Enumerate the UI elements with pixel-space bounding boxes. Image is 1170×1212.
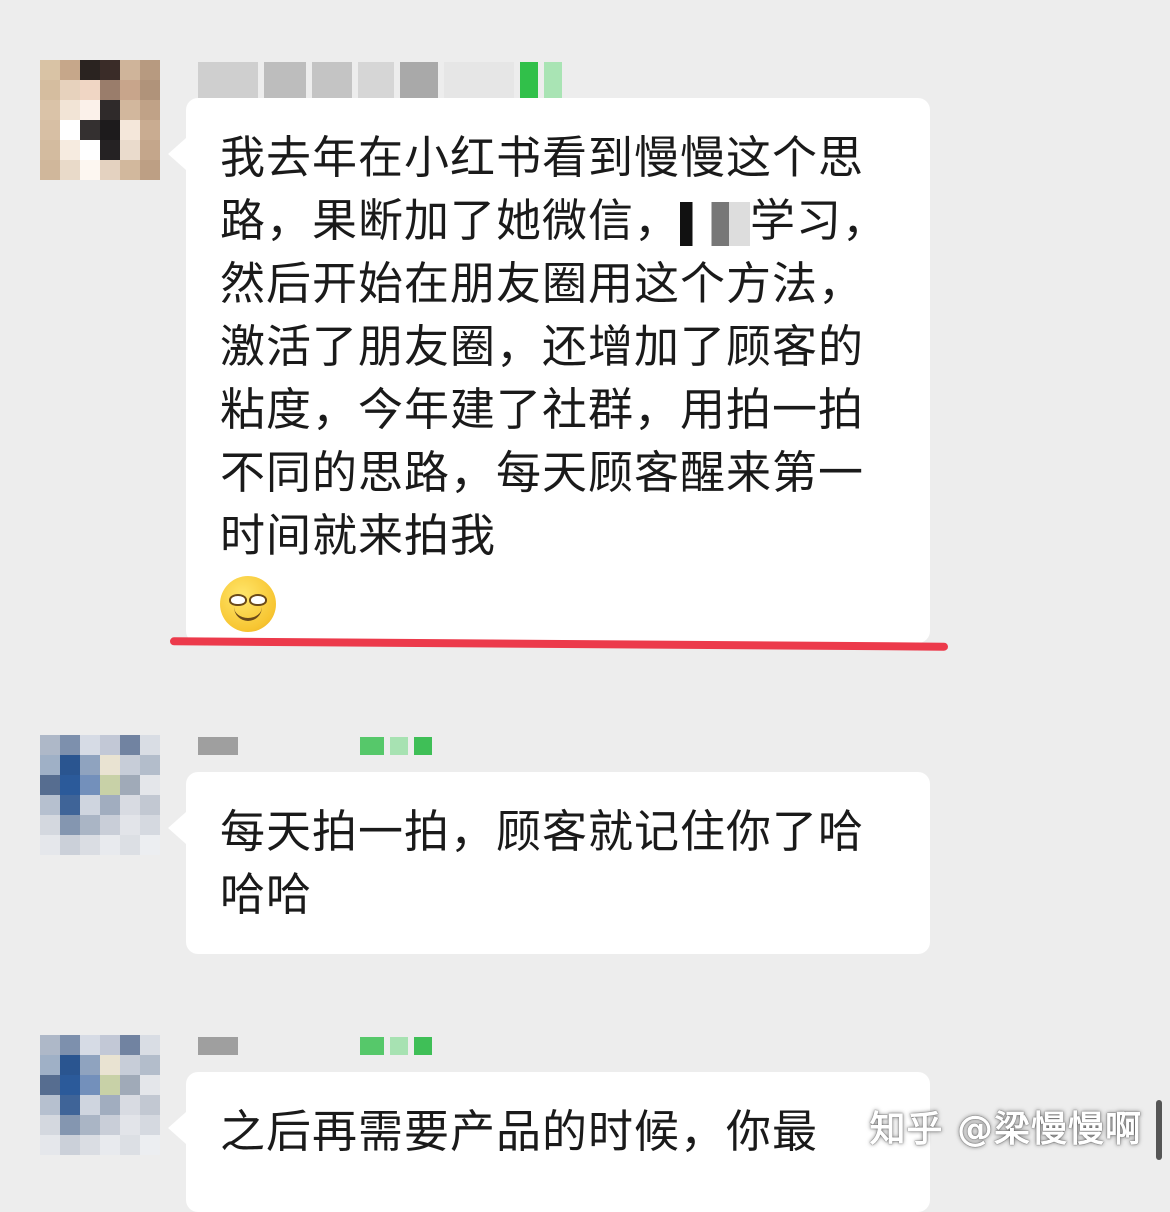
message-text: 之后再需要产品的时候，你最 [220,1105,819,1158]
sender-name [198,62,562,98]
smiling-face-emoji-icon [220,576,276,632]
chat-screen: { "messages": [ { "text_part1": "我去年在小红书… [0,0,1170,1212]
watermark: 知乎 @梁慢慢啊 [869,1109,1142,1150]
message-bubble: 我去年在小红书看到慢慢这个思路，果断加了她微信， 学习，然后开始在朋友圈用这个方法… [168,98,930,643]
message-text: 我去年在小红书看到慢慢这个思路，果断加了她微信， 学习，然后开始在朋友圈用这个方法… [220,126,896,632]
message-text: 每天拍一拍，顾客就记住你了哈哈哈 [220,805,865,921]
avatar[interactable] [40,735,160,855]
sender-name [198,737,432,755]
message-bubble: 每天拍一拍，顾客就记住你了哈哈哈 [168,772,930,954]
sender-name [198,1037,432,1055]
message-text-part2: 学习，然后开始在朋友圈用这个方法，激活了朋友圈，还增加了顾客的粘度，今年建了社群… [220,194,889,562]
redacted-name [680,202,751,246]
message-bubble: 之后再需要产品的时候，你最 [168,1072,930,1212]
scrollbar[interactable] [1156,1100,1162,1160]
avatar[interactable] [40,60,160,180]
avatar[interactable] [40,1035,160,1155]
